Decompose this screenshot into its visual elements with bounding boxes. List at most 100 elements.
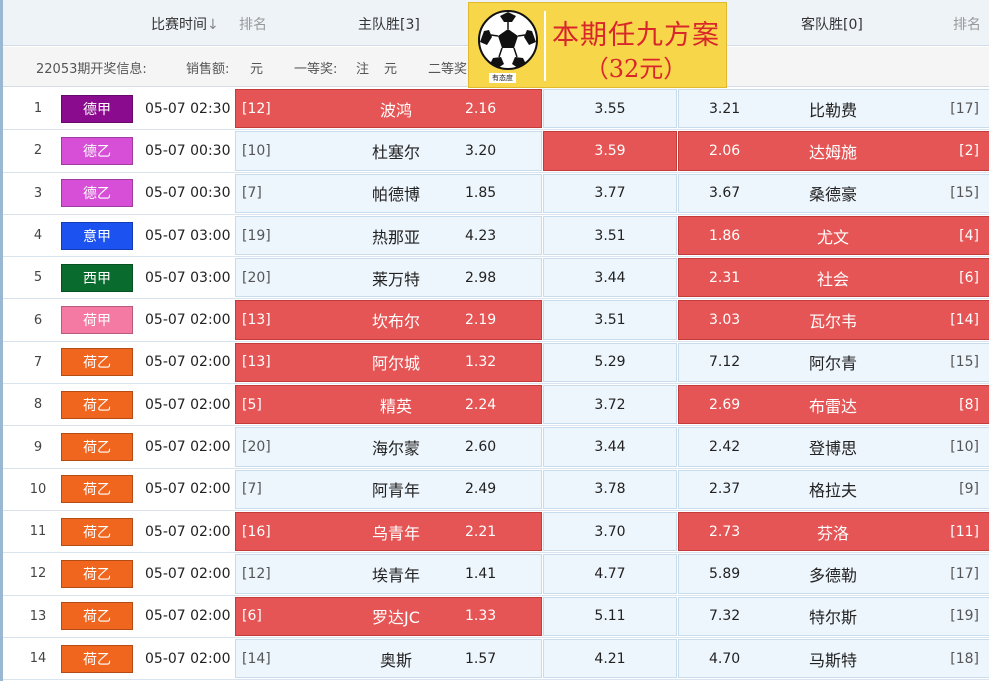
- away-win-odds: 2.73: [709, 523, 741, 540]
- league-badge[interactable]: 荷乙: [61, 390, 133, 419]
- away-win-odds: 2.69: [709, 396, 741, 413]
- draw-odds: 3.77: [594, 185, 626, 202]
- away-win-odds: 4.70: [709, 650, 741, 667]
- home-team-name: 莱万特: [371, 269, 420, 289]
- home-win-odds: 2.21: [465, 523, 497, 540]
- match-list: 1 德甲 05-07 02:30 [12] 波鸿 2.16 3.55 3.21 比勒费 [17] 2…: [3, 88, 989, 681]
- away-team-rank: [17]: [950, 100, 979, 117]
- app-frame: 比赛时间↓ 排名 主队胜[3] 客队胜[0] 排名 22053期开奖信息: 销售…: [0, 0, 989, 681]
- home-team-rank: [16]: [242, 523, 271, 540]
- home-team-rank: [12]: [242, 565, 271, 582]
- league-cell: 荷乙: [61, 596, 133, 637]
- sales-label: 销售额:: [186, 62, 230, 77]
- league-badge[interactable]: 荷乙: [61, 517, 133, 546]
- away-team-name: 比勒费: [808, 100, 857, 120]
- league-cell: 意甲: [61, 215, 133, 256]
- match-time: 05-07 02:00: [145, 565, 231, 582]
- match-row: 6 荷甲 05-07 02:00 [13] 坎布尔 2.19 3.51 3.03 瓦尔韦 [14]: [3, 299, 989, 342]
- logo-caption: 有态度: [489, 73, 516, 83]
- away-team-rank: [17]: [950, 565, 979, 582]
- match-number: 3: [33, 185, 43, 201]
- match-row: 7 荷乙 05-07 02:00 [13] 阿尔城 1.32 5.29 7.12 阿尔青 [15]: [3, 341, 989, 385]
- away-team-name: 尤文: [816, 227, 849, 247]
- match-number: 7: [33, 354, 43, 370]
- league-badge[interactable]: 意甲: [61, 221, 133, 250]
- league-badge[interactable]: 德乙: [61, 136, 133, 165]
- away-win-odds: 7.12: [709, 354, 741, 371]
- home-team-name: 热那亚: [371, 227, 420, 247]
- league-badge[interactable]: 西甲: [61, 263, 133, 292]
- match-number: 11: [29, 524, 47, 540]
- home-win-odds: 1.32: [465, 354, 497, 371]
- match-time: 05-07 00:30: [145, 142, 231, 159]
- banner-price: （32元）: [584, 55, 688, 83]
- away-team-name: 芬洛: [816, 523, 849, 543]
- draw-odds: 3.51: [594, 227, 626, 244]
- away-team-rank: [10]: [950, 439, 979, 456]
- away-win-header: 客队胜[0]: [801, 17, 863, 33]
- home-team-name: 罗达JC: [372, 608, 420, 628]
- league-badge[interactable]: 荷甲: [61, 306, 133, 335]
- match-row: 3 德乙 05-07 00:30 [7] 帕德博 1.85 3.77 3.67 桑德豪 [15]: [3, 172, 989, 215]
- match-row: 14 荷乙 05-07 02:00 [14] 奥斯 1.57 4.21 4.70 马斯特 [18]: [3, 637, 989, 681]
- home-win-odds: 4.23: [465, 227, 497, 244]
- home-team-name: 帕德博: [371, 185, 420, 205]
- away-team-rank: [8]: [959, 396, 979, 413]
- draw-odds: 4.21: [594, 650, 626, 667]
- away-team-name: 桑德豪: [808, 185, 857, 205]
- match-row: 5 西甲 05-07 03:00 [20] 莱万特 2.98 3.44 2.31 社会 [6]: [3, 257, 989, 300]
- home-team-rank: [6]: [242, 608, 262, 625]
- home-team-rank: [13]: [242, 312, 271, 329]
- league-badge[interactable]: 荷乙: [61, 475, 133, 504]
- match-number: 5: [33, 270, 43, 286]
- match-time: 05-07 03:00: [145, 227, 231, 244]
- away-win-odds: 2.42: [709, 439, 741, 456]
- away-win-odds: 1.86: [709, 227, 741, 244]
- match-row: 1 德甲 05-07 02:30 [12] 波鸿 2.16 3.55 3.21 比勒费 [17]: [3, 88, 989, 131]
- league-cell: 荷乙: [61, 511, 133, 552]
- match-time: 05-07 02:00: [145, 523, 231, 540]
- match-number: 4: [33, 228, 43, 244]
- away-win-odds: 5.89: [709, 565, 741, 582]
- banner-divider: [544, 11, 546, 81]
- draw-odds: 3.70: [594, 523, 626, 540]
- home-team-rank: [10]: [242, 142, 271, 159]
- league-badge[interactable]: 德甲: [61, 94, 133, 123]
- match-number: 10: [29, 481, 47, 497]
- match-number: 14: [29, 651, 47, 666]
- draw-odds: 3.55: [594, 100, 626, 117]
- draw-odds: 3.78: [594, 481, 626, 498]
- match-row: 12 荷乙 05-07 02:00 [12] 埃青年 1.41 4.77 5.89 多德勒 [17…: [3, 553, 989, 596]
- home-team-name: 阿青年: [371, 481, 420, 501]
- away-team-rank: [4]: [959, 227, 979, 244]
- match-number: 2: [33, 143, 43, 159]
- league-badge[interactable]: 德乙: [61, 179, 133, 208]
- match-time: 05-07 02:00: [145, 354, 231, 371]
- league-cell: 德乙: [61, 173, 133, 214]
- sort-down-icon[interactable]: ↓: [207, 17, 219, 33]
- match-time: 05-07 02:00: [145, 312, 231, 329]
- away-team-name: 瓦尔韦: [808, 312, 857, 332]
- away-team-name: 格拉夫: [808, 481, 857, 501]
- match-row: 9 荷乙 05-07 02:00 [20] 海尔蒙 2.60 3.44 2.42 登博思 [10]: [3, 426, 989, 469]
- match-time: 05-07 02:00: [145, 650, 231, 667]
- league-badge[interactable]: 荷乙: [61, 433, 133, 462]
- home-win-odds: 1.41: [465, 565, 497, 582]
- sort-by-time-header[interactable]: 比赛时间↓: [151, 14, 219, 34]
- away-team-rank: [15]: [950, 185, 979, 202]
- match-row: 11 荷乙 05-07 02:00 [16] 乌青年 2.21 3.70 2.73 芬洛 [11]: [3, 510, 989, 554]
- banner-title: 本期任九方案: [552, 20, 720, 51]
- league-badge[interactable]: 荷乙: [61, 348, 133, 377]
- away-team-rank: [19]: [950, 608, 979, 625]
- league-cell: 德乙: [61, 130, 133, 171]
- home-team-rank: [19]: [242, 227, 271, 244]
- match-row: 2 德乙 05-07 00:30 [10] 杜塞尔 3.20 3.59 2.06 达姆施 [2]: [3, 130, 989, 173]
- league-badge[interactable]: 荷乙: [61, 559, 133, 588]
- match-time: 05-07 02:00: [145, 608, 231, 625]
- home-team-rank: [12]: [242, 100, 271, 117]
- first-prize-label: 一等奖:: [294, 62, 338, 77]
- league-badge[interactable]: 荷乙: [61, 644, 133, 673]
- draw-odds: 5.11: [594, 608, 626, 625]
- first-prize-count-unit: 注: [356, 62, 370, 77]
- league-badge[interactable]: 荷乙: [61, 602, 133, 631]
